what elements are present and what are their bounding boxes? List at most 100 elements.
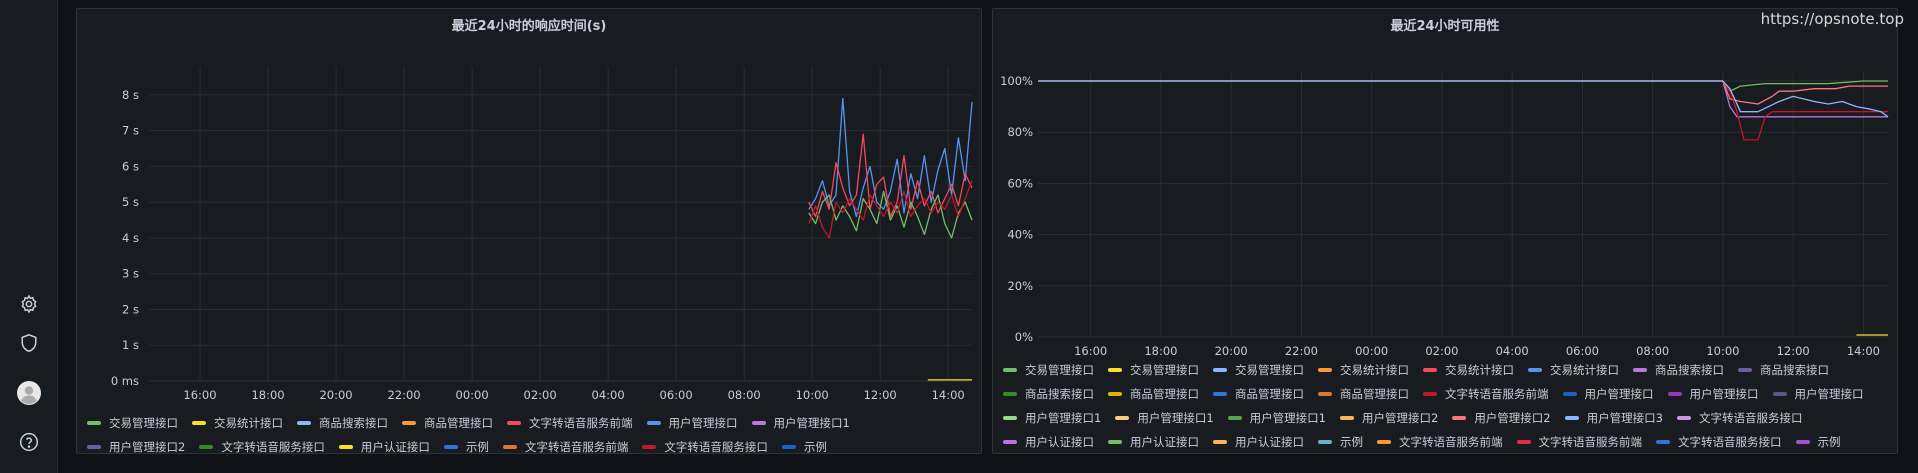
y-tick-label: 20% xyxy=(1007,279,1033,293)
y-tick-label: 1 s xyxy=(122,338,139,352)
legend-item[interactable]: 示例 xyxy=(443,436,489,454)
legend-item[interactable]: 商品搜索接口 xyxy=(1003,383,1094,405)
legend-swatch xyxy=(1564,416,1579,420)
legend-item[interactable]: 商品管理接口 xyxy=(1108,383,1199,405)
legend-item[interactable]: 交易统计接口 xyxy=(1423,359,1514,381)
legend-item[interactable]: 交易统计接口 xyxy=(1318,359,1409,381)
y-tick-label: 60% xyxy=(1007,176,1033,190)
legend-label: 商品管理接口 xyxy=(1235,387,1304,401)
avatar[interactable] xyxy=(17,381,41,405)
legend-swatch xyxy=(1213,440,1227,444)
legend-item[interactable]: 文字转语音服务接口 xyxy=(1676,407,1802,429)
legend-item[interactable]: 文字转语音服务接口 xyxy=(199,436,325,453)
legend-swatch xyxy=(402,421,416,425)
legend-item[interactable]: 用户管理接口1 xyxy=(1227,407,1326,429)
legend-item[interactable]: 用户管理接口1 xyxy=(1003,407,1101,429)
legend-label: 用户管理接口3 xyxy=(1586,411,1663,425)
y-tick-label: 3 s xyxy=(122,267,139,281)
legend-label: 商品搜索接口 xyxy=(1655,363,1724,377)
x-tick-label: 12:00 xyxy=(864,388,897,402)
legend-item[interactable]: 文字转语音服务接口 xyxy=(642,436,768,453)
legend-item[interactable]: 用户管理接口2 xyxy=(1339,407,1438,429)
legend-item[interactable]: 用户认证接口 xyxy=(1108,431,1199,453)
legend-swatch xyxy=(192,421,206,425)
x-tick-label: 16:00 xyxy=(1074,344,1107,358)
legend-label: 商品搜索接口 xyxy=(319,416,388,430)
legend-item[interactable]: 商品管理接口 xyxy=(1213,383,1304,405)
legend-item[interactable]: 文字转语音服务前端 xyxy=(1377,431,1503,453)
legend-item[interactable]: 用户管理接口 xyxy=(1562,383,1654,405)
legend-label: 交易管理接口 xyxy=(109,416,178,430)
legend-label: 用户认证接口 xyxy=(1235,435,1304,449)
gear-icon[interactable] xyxy=(17,292,41,316)
x-tick-label: 12:00 xyxy=(1777,344,1810,358)
help-icon[interactable] xyxy=(17,430,41,454)
legend-item[interactable]: 用户管理接口1 xyxy=(751,412,850,434)
series-line xyxy=(1038,80,1889,118)
legend-item[interactable]: 商品搜索接口 xyxy=(297,412,388,434)
legend-item[interactable]: 交易统计接口 xyxy=(192,412,283,434)
legend-item[interactable]: 交易管理接口 xyxy=(87,412,178,434)
legend-swatch xyxy=(1108,440,1122,444)
legend-item[interactable]: 商品搜索接口 xyxy=(1633,359,1724,381)
legend-item[interactable]: 文字转语音服务前端 xyxy=(507,412,633,434)
legend-swatch xyxy=(1528,368,1542,372)
availability-panel: 最近24小时可用性 0% 20% 40% 60% 80% 100% 16:00 18:00 20… xyxy=(992,8,1898,454)
y-tick-label: 8 s xyxy=(122,88,139,102)
legend-swatch xyxy=(1003,368,1017,372)
legend-swatch xyxy=(1633,368,1647,372)
x-tick-label: 02:00 xyxy=(524,388,557,402)
legend-item[interactable]: 用户认证接口 xyxy=(338,436,430,453)
legend-item[interactable]: 交易管理接口 xyxy=(1108,359,1199,381)
legend-item[interactable]: 用户认证接口 xyxy=(1213,431,1304,453)
legend-label: 用户管理接口1 xyxy=(1137,411,1214,425)
legend-item[interactable]: 用户管理接口2 xyxy=(1452,407,1551,429)
legend-label: 示例 xyxy=(465,440,489,454)
legend-item[interactable]: 示例 xyxy=(1318,431,1363,453)
legend-item[interactable]: 用户管理接口3 xyxy=(1564,407,1663,429)
legend-swatch xyxy=(1667,392,1682,396)
legend-label: 文字转语音服务前端 xyxy=(1538,435,1643,449)
legend-item[interactable]: 示例 xyxy=(1795,431,1841,453)
x-tick-label: 22:00 xyxy=(387,388,420,402)
legend-item[interactable]: 商品管理接口 xyxy=(402,412,493,434)
legend-label: 用户认证接口 xyxy=(1130,435,1199,449)
legend-item[interactable]: 文字转语音服务前端 xyxy=(1516,431,1643,453)
legend-item[interactable]: 交易管理接口 xyxy=(1213,359,1304,381)
legend-item[interactable]: 示例 xyxy=(781,436,827,453)
legend-label: 用户管理接口 xyxy=(668,416,738,430)
legend-label: 商品搜索接口 xyxy=(1760,363,1829,377)
response-time-chart: 0 ms 1 s 2 s 3 s 4 s 5 s 6 s 7 s 8 s 16:00 18:00 20… xyxy=(111,67,973,402)
legend-item[interactable]: 用户管理接口2 xyxy=(87,436,185,453)
y-tick-label: 100% xyxy=(1000,74,1033,88)
legend-swatch xyxy=(1003,440,1017,444)
legend-item[interactable]: 用户管理接口1 xyxy=(1115,407,1214,429)
legend-label: 用户管理接口1 xyxy=(773,416,850,430)
legend-item[interactable]: 用户认证接口 xyxy=(1003,431,1094,453)
legend-label: 交易统计接口 xyxy=(1340,363,1409,377)
legend-item[interactable]: 交易管理接口 xyxy=(1003,359,1094,381)
legend-item[interactable]: 文字转语音服务前端 xyxy=(502,436,628,453)
legend-item[interactable]: 用户管理接口 xyxy=(1772,383,1864,405)
legend-item[interactable]: 商品搜索接口 xyxy=(1738,359,1829,381)
legend-label: 商品管理接口 xyxy=(1130,387,1199,401)
legend-label: 文字转语音服务前端 xyxy=(1445,387,1549,401)
legend-swatch xyxy=(1003,392,1017,396)
shield-icon[interactable] xyxy=(17,331,41,355)
legend-item[interactable]: 用户管理接口 xyxy=(646,412,738,434)
x-tick-label: 00:00 xyxy=(456,388,489,402)
legend-item[interactable]: 文字转语音服务前端 xyxy=(1423,383,1549,405)
legend-item[interactable]: 交易统计接口 xyxy=(1528,359,1619,381)
series-line xyxy=(808,97,973,218)
y-tick-label: 2 s xyxy=(122,302,139,316)
x-tick-label: 04:00 xyxy=(1496,344,1529,358)
legend-swatch xyxy=(1318,368,1332,372)
x-tick-label: 14:00 xyxy=(932,388,965,402)
legend-label: 交易统计接口 xyxy=(1550,363,1619,377)
legend-item[interactable]: 用户管理接口 xyxy=(1667,383,1759,405)
legend-item[interactable]: 商品管理接口 xyxy=(1318,383,1409,405)
legend-swatch xyxy=(1213,368,1227,372)
legend-label: 商品管理接口 xyxy=(1340,387,1409,401)
legend-label: 示例 xyxy=(1340,435,1363,449)
legend-item[interactable]: 文字转语音服务接口 xyxy=(1656,431,1782,453)
